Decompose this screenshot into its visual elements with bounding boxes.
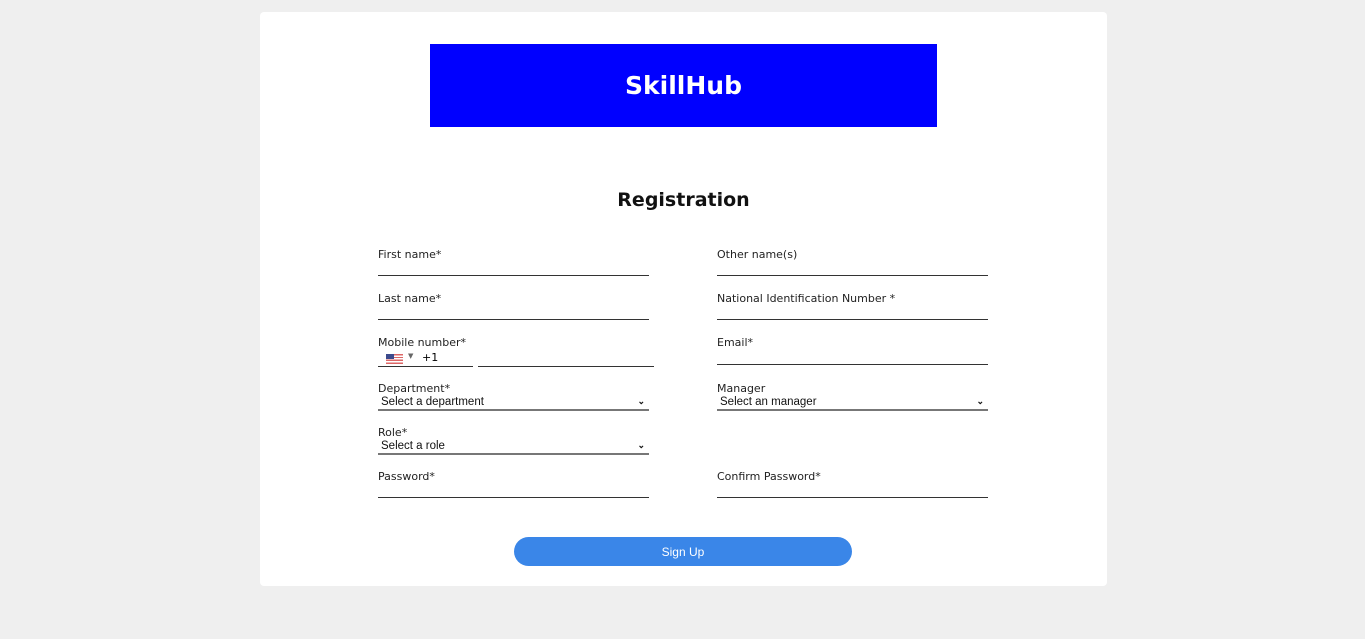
registration-card: SkillHub Registration First name* Other … bbox=[260, 12, 1107, 586]
password-field[interactable]: Password* bbox=[378, 470, 649, 498]
us-flag-icon bbox=[386, 354, 403, 364]
manager-label: Manager bbox=[717, 382, 766, 395]
role-field: Role* Select a role ⌄ bbox=[378, 426, 649, 455]
last-name-label: Last name* bbox=[378, 292, 442, 305]
other-names-input[interactable] bbox=[717, 275, 988, 276]
confirm-password-input[interactable] bbox=[717, 497, 988, 498]
country-code-select[interactable]: ▼ +1 bbox=[378, 350, 473, 367]
first-name-input[interactable] bbox=[378, 275, 649, 276]
nin-field[interactable]: National Identification Number * bbox=[717, 292, 988, 320]
dial-code: +1 bbox=[422, 351, 439, 364]
last-name-input[interactable] bbox=[378, 319, 649, 320]
brand-banner: SkillHub bbox=[430, 44, 937, 127]
mobile-number-input[interactable] bbox=[478, 350, 654, 367]
nin-input[interactable] bbox=[717, 319, 988, 320]
mobile-label: Mobile number* bbox=[378, 336, 467, 349]
first-name-field[interactable]: First name* bbox=[378, 248, 649, 276]
other-names-field[interactable]: Other name(s) bbox=[717, 248, 988, 276]
sign-up-button[interactable]: Sign Up bbox=[514, 537, 852, 566]
department-select[interactable]: Select a department ⌄ bbox=[378, 396, 649, 411]
department-selected: Select a department bbox=[381, 396, 484, 408]
chevron-down-icon: ⌄ bbox=[637, 396, 645, 406]
caret-down-icon: ▼ bbox=[408, 352, 414, 360]
other-names-label: Other name(s) bbox=[717, 248, 798, 261]
password-label: Password* bbox=[378, 470, 435, 483]
chevron-down-icon: ⌄ bbox=[976, 396, 984, 406]
confirm-password-field[interactable]: Confirm Password* bbox=[717, 470, 988, 498]
nin-label: National Identification Number * bbox=[717, 292, 896, 305]
password-input[interactable] bbox=[378, 497, 649, 498]
first-name-label: First name* bbox=[378, 248, 442, 261]
department-field: Department* Select a department ⌄ bbox=[378, 382, 649, 411]
role-select[interactable]: Select a role ⌄ bbox=[378, 440, 649, 455]
last-name-field[interactable]: Last name* bbox=[378, 292, 649, 320]
email-field[interactable]: Email* bbox=[717, 336, 988, 366]
confirm-password-label: Confirm Password* bbox=[717, 470, 821, 483]
mobile-field: Mobile number* ▼ +1 bbox=[378, 336, 654, 368]
email-input[interactable] bbox=[717, 364, 988, 365]
manager-select[interactable]: Select an manager ⌄ bbox=[717, 396, 988, 411]
email-label: Email* bbox=[717, 336, 754, 349]
brand-logo-text: SkillHub bbox=[625, 71, 742, 100]
manager-selected: Select an manager bbox=[720, 396, 817, 408]
chevron-down-icon: ⌄ bbox=[637, 440, 645, 450]
role-selected: Select a role bbox=[381, 440, 445, 452]
manager-field: Manager Select an manager ⌄ bbox=[717, 382, 988, 411]
page-title: Registration bbox=[617, 189, 750, 211]
department-label: Department* bbox=[378, 382, 451, 395]
role-label: Role* bbox=[378, 426, 408, 439]
